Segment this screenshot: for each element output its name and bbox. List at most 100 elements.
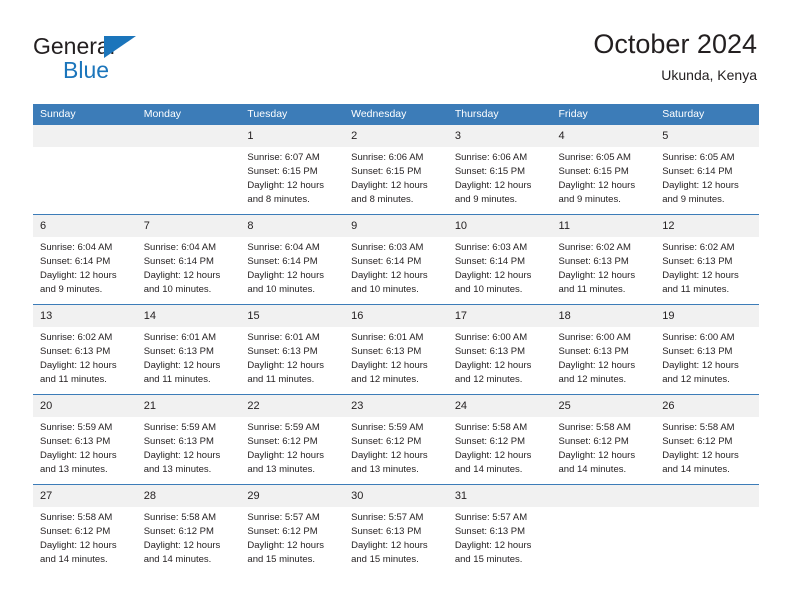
daylight-text-line1: Daylight: 12 hours bbox=[662, 360, 739, 371]
daylight-text-line1: Daylight: 12 hours bbox=[558, 450, 636, 461]
calendar-day-cell[interactable]: 25 Sunrise: 5:58 AM Sunset: 6:12 PM Dayligh… bbox=[551, 394, 656, 485]
calendar-day-cell[interactable]: 28 Sunrise: 5:58 AM Sunset: 6:12 PM Dayligh… bbox=[136, 484, 241, 574]
calendar-day-cell[interactable]: 14 Sunrise: 6:01 AM Sunset: 6:13 PM Dayligh… bbox=[136, 304, 241, 395]
sunrise-text: Sunrise: 5:57 AM bbox=[454, 512, 528, 523]
day-number: 27 bbox=[33, 485, 137, 507]
day-number: 30 bbox=[344, 485, 448, 507]
day-details: Sunrise: 5:59 AM Sunset: 6:13 PM Daylight:… bbox=[137, 417, 241, 477]
calendar-day-cell[interactable]: 30 Sunrise: 5:57 AM Sunset: 6:13 PM Dayligh… bbox=[344, 484, 448, 574]
calendar-day-cell[interactable]: 24 Sunrise: 5:58 AM Sunset: 6:12 PM Dayligh… bbox=[447, 394, 552, 485]
daylight-text-line2: and 11 minutes. bbox=[662, 284, 730, 295]
sunrise-text: Sunrise: 5:58 AM bbox=[662, 422, 735, 433]
calendar-day-cell[interactable]: 3 Sunrise: 6:06 AM Sunset: 6:15 PM Daylight… bbox=[447, 125, 552, 215]
sunrise-text: Sunrise: 5:58 AM bbox=[558, 422, 631, 433]
logo-text-general: General bbox=[33, 33, 115, 59]
sunset-text: Sunset: 6:13 PM bbox=[351, 526, 422, 537]
calendar-day-cell[interactable]: 11 Sunrise: 6:02 AM Sunset: 6:13 PM Dayligh… bbox=[551, 214, 656, 305]
sunset-text: Sunset: 6:13 PM bbox=[662, 346, 733, 357]
sunrise-text: Sunrise: 6:07 AM bbox=[247, 152, 320, 163]
calendar-day-cell[interactable]: 31 Sunrise: 5:57 AM Sunset: 6:13 PM Dayligh… bbox=[447, 484, 552, 574]
daylight-text-line1: Daylight: 12 hours bbox=[351, 450, 428, 461]
calendar-day-cell-empty bbox=[136, 125, 241, 215]
calendar-day-cell[interactable]: 5 Sunrise: 6:05 AM Sunset: 6:14 PM Daylight… bbox=[655, 125, 759, 215]
daylight-text-line1: Daylight: 12 hours bbox=[662, 270, 739, 281]
sunset-text: Sunset: 6:12 PM bbox=[247, 526, 318, 537]
daylight-text-line1: Daylight: 12 hours bbox=[351, 180, 428, 191]
sunset-text: Sunset: 6:13 PM bbox=[454, 526, 526, 537]
weekday-header-monday: Monday bbox=[136, 104, 241, 125]
calendar-day-cell[interactable]: 7 Sunrise: 6:04 AM Sunset: 6:14 PM Daylight… bbox=[136, 214, 241, 305]
sunset-text: Sunset: 6:13 PM bbox=[40, 436, 111, 447]
calendar-day-cell[interactable]: 6 Sunrise: 6:04 AM Sunset: 6:14 PM Daylight… bbox=[33, 214, 137, 305]
day-number: 22 bbox=[240, 395, 345, 417]
weekday-header-saturday: Saturday bbox=[655, 104, 759, 125]
sunset-text: Sunset: 6:14 PM bbox=[351, 256, 422, 267]
day-number: 17 bbox=[447, 305, 552, 327]
day-details: Sunrise: 6:02 AM Sunset: 6:13 PM Daylight:… bbox=[33, 327, 137, 387]
sunrise-text: Sunrise: 6:00 AM bbox=[558, 332, 631, 343]
calendar-day-cell[interactable]: 20 Sunrise: 5:59 AM Sunset: 6:13 PM Dayligh… bbox=[33, 394, 137, 485]
daylight-text-line2: and 9 minutes. bbox=[40, 284, 103, 295]
day-number: 13 bbox=[33, 305, 137, 327]
calendar-day-cell[interactable]: 4 Sunrise: 6:05 AM Sunset: 6:15 PM Daylight… bbox=[551, 125, 656, 215]
sunset-text: Sunset: 6:12 PM bbox=[143, 526, 214, 537]
calendar-day-cell[interactable]: 8 Sunrise: 6:04 AM Sunset: 6:14 PM Daylight… bbox=[240, 214, 345, 305]
weekday-header-row: Sunday Monday Tuesday Wednesday Thursday… bbox=[33, 104, 759, 125]
daylight-text-line1: Daylight: 12 hours bbox=[247, 270, 324, 281]
sunrise-text: Sunrise: 6:00 AM bbox=[454, 332, 528, 343]
calendar-week-row: 1 Sunrise: 6:07 AM Sunset: 6:15 PM Daylight… bbox=[33, 125, 759, 215]
sunrise-text: Sunrise: 6:02 AM bbox=[662, 242, 735, 253]
sunrise-text: Sunrise: 6:01 AM bbox=[143, 332, 217, 343]
daylight-text-line2: and 14 minutes. bbox=[454, 464, 523, 475]
calendar-day-cell[interactable]: 13 Sunrise: 6:02 AM Sunset: 6:13 PM Dayligh… bbox=[33, 304, 137, 395]
sunrise-text: Sunrise: 5:59 AM bbox=[247, 422, 320, 433]
daylight-text-line2: and 12 minutes. bbox=[351, 374, 419, 385]
day-number: 11 bbox=[551, 215, 656, 237]
day-details: Sunrise: 5:58 AM Sunset: 6:12 PM Daylight:… bbox=[137, 507, 241, 567]
calendar-day-cell[interactable]: 15 Sunrise: 6:01 AM Sunset: 6:13 PM Dayligh… bbox=[240, 304, 345, 395]
calendar-day-cell[interactable]: 17 Sunrise: 6:00 AM Sunset: 6:13 PM Dayligh… bbox=[447, 304, 552, 395]
daylight-text-line2: and 14 minutes. bbox=[40, 554, 108, 565]
day-details: Sunrise: 6:00 AM Sunset: 6:13 PM Daylight:… bbox=[552, 327, 656, 387]
day-number: 24 bbox=[447, 395, 552, 417]
sunset-text: Sunset: 6:13 PM bbox=[558, 346, 629, 357]
calendar-day-cell[interactable]: 21 Sunrise: 5:59 AM Sunset: 6:13 PM Dayligh… bbox=[136, 394, 241, 485]
sunrise-text: Sunrise: 6:01 AM bbox=[351, 332, 424, 343]
calendar-day-cell[interactable]: 27 Sunrise: 5:58 AM Sunset: 6:12 PM Dayligh… bbox=[33, 484, 137, 574]
daylight-text-line1: Daylight: 12 hours bbox=[143, 270, 221, 281]
day-details: Sunrise: 5:58 AM Sunset: 6:12 PM Daylight:… bbox=[655, 417, 759, 477]
daylight-text-line1: Daylight: 12 hours bbox=[40, 540, 117, 551]
calendar-day-cell[interactable]: 19 Sunrise: 6:00 AM Sunset: 6:13 PM Dayligh… bbox=[655, 304, 759, 395]
daylight-text-line2: and 8 minutes. bbox=[351, 194, 414, 205]
daylight-text-line2: and 9 minutes. bbox=[558, 194, 621, 205]
calendar-day-cell[interactable]: 10 Sunrise: 6:03 AM Sunset: 6:14 PM Dayligh… bbox=[447, 214, 552, 305]
calendar-day-cell[interactable]: 2 Sunrise: 6:06 AM Sunset: 6:15 PM Daylight… bbox=[344, 125, 448, 215]
sunset-text: Sunset: 6:12 PM bbox=[40, 526, 111, 537]
daylight-text-line1: Daylight: 12 hours bbox=[143, 360, 221, 371]
day-number: 4 bbox=[551, 125, 656, 147]
sunrise-text: Sunrise: 5:58 AM bbox=[454, 422, 528, 433]
daylight-text-line2: and 14 minutes. bbox=[558, 464, 627, 475]
day-number: 23 bbox=[344, 395, 448, 417]
day-details: Sunrise: 6:04 AM Sunset: 6:14 PM Daylight:… bbox=[137, 237, 241, 297]
sunset-text: Sunset: 6:13 PM bbox=[351, 346, 422, 357]
daylight-text-line1: Daylight: 12 hours bbox=[40, 270, 117, 281]
calendar-day-cell[interactable]: 18 Sunrise: 6:00 AM Sunset: 6:13 PM Dayligh… bbox=[551, 304, 656, 395]
day-details: Sunrise: 6:02 AM Sunset: 6:13 PM Daylight:… bbox=[655, 237, 759, 297]
calendar-day-cell[interactable]: 22 Sunrise: 5:59 AM Sunset: 6:12 PM Dayligh… bbox=[240, 394, 345, 485]
day-number: 2 bbox=[344, 125, 448, 147]
calendar-day-cell[interactable]: 12 Sunrise: 6:02 AM Sunset: 6:13 PM Dayligh… bbox=[655, 214, 759, 305]
day-number: 16 bbox=[344, 305, 448, 327]
calendar-day-cell[interactable]: 26 Sunrise: 5:58 AM Sunset: 6:12 PM Dayligh… bbox=[655, 394, 759, 485]
day-number: 7 bbox=[136, 215, 241, 237]
daylight-text-line2: and 10 minutes. bbox=[247, 284, 316, 295]
calendar-day-cell[interactable]: 16 Sunrise: 6:01 AM Sunset: 6:13 PM Dayligh… bbox=[344, 304, 448, 395]
general-blue-logo[interactable]: General Blue bbox=[33, 33, 223, 85]
calendar-day-cell[interactable]: 1 Sunrise: 6:07 AM Sunset: 6:15 PM Daylight… bbox=[240, 125, 345, 215]
sunset-text: Sunset: 6:12 PM bbox=[454, 436, 526, 447]
calendar-day-cell[interactable]: 29 Sunrise: 5:57 AM Sunset: 6:12 PM Dayligh… bbox=[240, 484, 345, 574]
daylight-text-line1: Daylight: 12 hours bbox=[454, 270, 532, 281]
calendar-day-cell[interactable]: 9 Sunrise: 6:03 AM Sunset: 6:14 PM Daylight… bbox=[344, 214, 448, 305]
calendar-day-cell[interactable]: 23 Sunrise: 5:59 AM Sunset: 6:12 PM Dayligh… bbox=[344, 394, 448, 485]
daylight-text-line2: and 11 minutes. bbox=[558, 284, 626, 295]
